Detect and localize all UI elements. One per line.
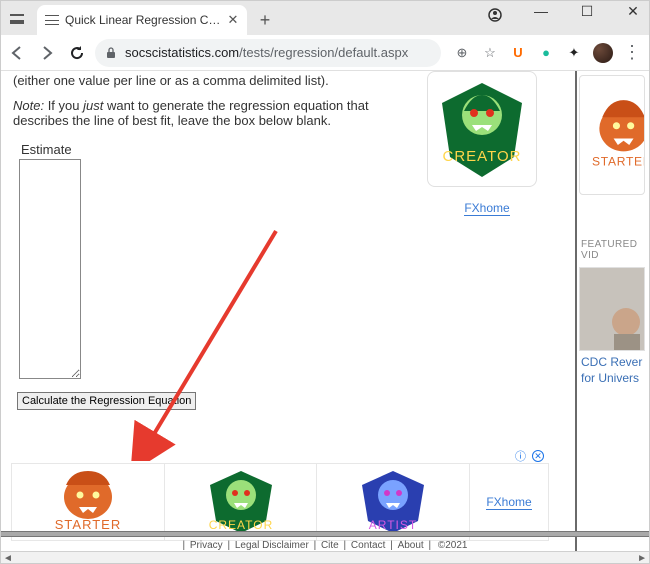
chrome-menu-icon[interactable]: ⋮: [623, 44, 641, 62]
svg-text:ARTIST: ARTIST: [369, 518, 417, 532]
window-close-button[interactable]: ✕: [619, 3, 647, 22]
svg-text:STARTER: STARTER: [592, 155, 645, 169]
fxhome-link[interactable]: FXhome: [464, 201, 509, 216]
featured-video-thumb[interactable]: CDC Rever: [579, 267, 645, 351]
inline-ad[interactable]: CREATOR FXhome: [427, 71, 547, 216]
sidebar-starter-icon[interactable]: STARTER: [579, 75, 645, 195]
horizontal-scrollbar[interactable]: ◄ ►: [1, 551, 649, 564]
bottom-ad-row[interactable]: ⓘ ✕ STARTER: [11, 463, 549, 541]
tab-title: Quick Linear Regression Calculat: [65, 13, 223, 27]
video-title[interactable]: CDC Rever for Univers: [581, 355, 649, 386]
forward-button[interactable]: [35, 41, 59, 65]
extension-u-icon[interactable]: U: [509, 44, 527, 62]
extension-green-icon[interactable]: ●: [537, 44, 555, 62]
address-bar: socscistatistics.com/tests/regression/de…: [1, 35, 649, 71]
scroll-right-icon[interactable]: ►: [637, 553, 647, 564]
window-maximize-button[interactable]: ☐: [573, 3, 601, 22]
svg-text:STARTER: STARTER: [55, 517, 121, 532]
zoom-icon[interactable]: ⊕: [453, 44, 471, 62]
estimate-input[interactable]: [19, 159, 81, 379]
intro-note: Note: If you just want to generate the r…: [13, 98, 393, 128]
ad-artist-icon[interactable]: ARTIST: [317, 464, 470, 540]
annotation-arrow-icon: [81, 221, 291, 461]
browser-window: Quick Linear Regression Calculat ✕ + — ☐…: [0, 0, 650, 564]
footer-separator: [1, 531, 649, 537]
url-host: socscistatistics.com: [125, 45, 239, 60]
account-circle-icon[interactable]: [487, 7, 503, 23]
creator-badge-icon: CREATOR: [427, 71, 537, 187]
extensions-puzzle-icon[interactable]: ✦: [565, 44, 583, 62]
window-minimize-button[interactable]: —: [527, 3, 555, 22]
main-content: (either one value per line or as a comma…: [1, 71, 577, 551]
lock-icon: [105, 47, 117, 59]
featured-heading: FEATURED VID: [581, 239, 649, 261]
footer-legal[interactable]: Legal Disclaimer: [235, 540, 309, 551]
profile-avatar-icon[interactable]: [593, 43, 613, 63]
intro-text: (either one value per line or as a comma…: [13, 73, 393, 128]
back-button[interactable]: [5, 41, 29, 65]
tab-close-icon[interactable]: ✕: [227, 14, 239, 26]
window-controls: — ☐ ✕: [481, 3, 647, 22]
url-path: /tests/regression/default.aspx: [239, 45, 408, 60]
ad-creator-icon[interactable]: CREATOR: [165, 464, 318, 540]
tab-favicon: [45, 13, 59, 27]
reload-button[interactable]: [65, 41, 89, 65]
svg-text:CREATOR: CREATOR: [208, 518, 273, 532]
footer-links: | Privacy | Legal Disclaimer | Cite | Co…: [1, 540, 649, 551]
new-tab-button[interactable]: +: [253, 8, 277, 32]
footer-cite[interactable]: Cite: [321, 540, 339, 551]
ad-marker: ⓘ ✕: [515, 448, 544, 464]
svg-text:CREATOR: CREATOR: [443, 148, 522, 165]
footer-copyright: ©2021: [438, 540, 468, 551]
footer-about[interactable]: About: [398, 540, 424, 551]
titlebar: Quick Linear Regression Calculat ✕ + — ☐…: [1, 1, 649, 35]
calculate-button[interactable]: Calculate the Regression Equation: [17, 392, 196, 410]
page-viewport: (either one value per line or as a comma…: [1, 71, 649, 551]
ad-close-icon[interactable]: ✕: [532, 450, 544, 462]
ad-starter-icon[interactable]: STARTER: [12, 464, 165, 540]
fxhome-link-bottom[interactable]: FXhome: [486, 495, 531, 510]
browser-tab[interactable]: Quick Linear Regression Calculat ✕: [37, 5, 247, 35]
ad-right-panel: FXhome: [470, 464, 548, 540]
footer-contact[interactable]: Contact: [351, 540, 385, 551]
scroll-left-icon[interactable]: ◄: [3, 553, 13, 564]
app-menu-button[interactable]: [5, 7, 29, 31]
ad-info-icon[interactable]: ⓘ: [515, 448, 526, 464]
bookmark-star-icon[interactable]: ☆: [481, 44, 499, 62]
url-bar[interactable]: socscistatistics.com/tests/regression/de…: [95, 39, 441, 67]
footer-privacy[interactable]: Privacy: [190, 540, 223, 551]
right-sidebar: STARTER FEATURED VID CDC Rever CDC Rever…: [577, 71, 649, 551]
intro-line-1: (either one value per line or as a comma…: [13, 73, 393, 88]
